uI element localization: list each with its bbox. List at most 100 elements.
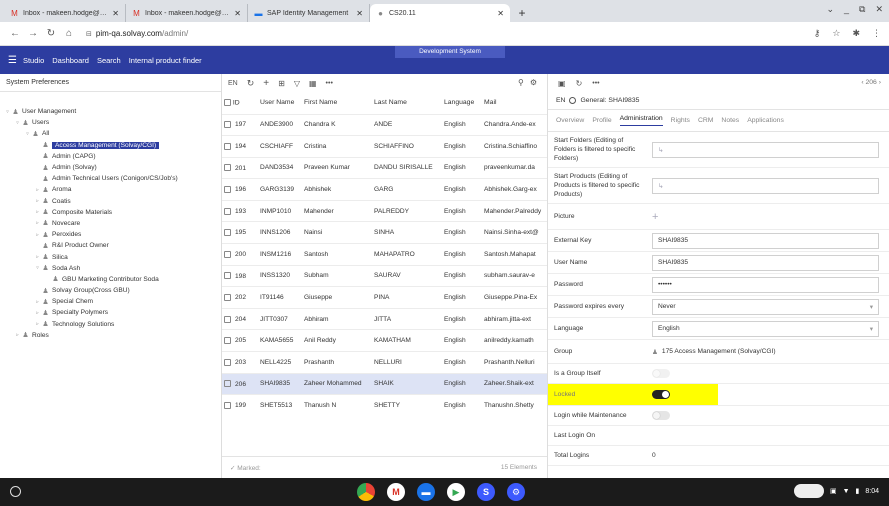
- table-row[interactable]: 194 CSCHIAFF Cristina SCHIAFFINO English Cris…: [222, 135, 547, 158]
- tree-caret-icon[interactable]: ▹: [34, 209, 41, 215]
- nav-studio[interactable]: Studio: [23, 56, 44, 65]
- column-header-first-name[interactable]: First Name: [302, 92, 372, 114]
- tree-node[interactable]: ▹ ♟ Novecare: [0, 218, 221, 229]
- user-name-input[interactable]: SHAI9835: [652, 254, 879, 271]
- add-icon[interactable]: +: [263, 78, 269, 89]
- tree-node[interactable]: ♟ Admin (Solvay): [0, 162, 221, 173]
- row-checkbox[interactable]: [224, 142, 231, 150]
- app-icon[interactable]: S: [477, 483, 495, 501]
- login-maintenance-toggle[interactable]: [652, 411, 670, 420]
- restore-icon[interactable]: ⧉: [859, 4, 865, 15]
- tree-caret-icon[interactable]: ▹: [34, 321, 41, 327]
- tree-node[interactable]: ▹ ♟ Aroma: [0, 184, 221, 195]
- group-link[interactable]: 175 Access Management (Solvay/CGI): [662, 348, 776, 355]
- browser-tab-4[interactable]: ● CS20.11 ✕: [370, 4, 510, 22]
- browser-tab-1[interactable]: M Inbox - makeen.hodge@solvay.c ✕: [4, 4, 126, 22]
- add-picture-icon[interactable]: +: [652, 211, 658, 223]
- row-checkbox[interactable]: [224, 358, 231, 366]
- tree-node[interactable]: ▹ ♟ Special Chem: [0, 296, 221, 307]
- table-row[interactable]: 201 DAND3534 Praveen Kumar DANDU SIRISALLE E…: [222, 156, 547, 179]
- tree-node[interactable]: ♟ Admin Technical Users (Conigon/CS/Job's…: [0, 173, 221, 184]
- tree-node[interactable]: ▹ ♟ Silica: [0, 251, 221, 262]
- close-icon[interactable]: ✕: [234, 9, 241, 18]
- settings-icon[interactable]: ⚙: [507, 483, 525, 501]
- tree-node[interactable]: ♟ Access Management (Solvay/CGI): [0, 140, 221, 151]
- nav-dashboard[interactable]: Dashboard: [52, 56, 89, 65]
- reload-icon[interactable]: ↻: [44, 28, 58, 39]
- close-icon[interactable]: ✕: [875, 4, 883, 15]
- more-icon[interactable]: •••: [326, 80, 333, 87]
- tab-notes[interactable]: Notes: [721, 117, 739, 124]
- tree-node[interactable]: ♟ Admin (CAPG): [0, 151, 221, 162]
- tree-caret-icon[interactable]: ▹: [34, 220, 41, 226]
- launcher-icon[interactable]: [10, 486, 21, 497]
- star-icon[interactable]: ☆: [832, 28, 840, 39]
- tray-pill[interactable]: [793, 484, 824, 498]
- tree-node[interactable]: ♟ GBU Marketing Contributor Soda: [0, 274, 221, 285]
- table-row[interactable]: 197 ANDE3900 Chandra K ANDE English Chandra.A…: [222, 113, 547, 136]
- close-icon[interactable]: ✕: [497, 9, 504, 18]
- table-row[interactable]: 195 INNS1206 Nainsi SINHA English Nainsi.Sinh…: [222, 221, 547, 244]
- tree-node[interactable]: ▹ ♟ Peroxides: [0, 229, 221, 240]
- language-select[interactable]: English ▾: [652, 320, 879, 337]
- site-info-icon[interactable]: ⊟: [86, 30, 92, 38]
- column-header-user-name[interactable]: User Name: [258, 92, 302, 114]
- save-icon[interactable]: ▣: [558, 79, 566, 88]
- close-icon[interactable]: ✕: [356, 9, 363, 18]
- chevron-down-icon[interactable]: ⌄: [826, 4, 834, 15]
- back-icon[interactable]: ←: [8, 28, 22, 39]
- row-checkbox[interactable]: [224, 293, 231, 301]
- start-products-input[interactable]: ↳: [652, 177, 879, 194]
- tree-caret-icon[interactable]: ▿: [24, 131, 31, 137]
- tab-rights[interactable]: Rights: [671, 117, 690, 124]
- external-key-input[interactable]: SHAI9835: [652, 232, 879, 249]
- start-folders-input[interactable]: ↳: [652, 141, 879, 158]
- chrome-icon[interactable]: [357, 483, 375, 501]
- refresh-icon[interactable]: ↻: [247, 78, 255, 89]
- table-row[interactable]: 205 KAMA5655 Anil Reddy KAMATHAM English anil…: [222, 329, 547, 352]
- add-folder-icon[interactable]: ⊞: [278, 79, 285, 88]
- record-pager[interactable]: ‹ 206 ›: [861, 79, 881, 86]
- tree-caret-icon[interactable]: ▹: [34, 187, 41, 193]
- tree-caret-icon[interactable]: ▹: [34, 198, 41, 204]
- column-header-id[interactable]: ID: [222, 92, 258, 114]
- tree-caret-icon[interactable]: ▹: [34, 232, 41, 238]
- tree-node[interactable]: ▿ ♟ User Management: [0, 106, 221, 117]
- password-expires-select[interactable]: Never ▾: [652, 298, 879, 315]
- row-checkbox[interactable]: [224, 121, 231, 129]
- table-row[interactable]: 203 NELL4225 Prashanth NELLURI English Prasha…: [222, 351, 547, 374]
- table-row[interactable]: 204 JITT0307 Abhiram JITTA English abhiram.ji…: [222, 307, 547, 330]
- tree-caret-icon[interactable]: ▹: [34, 310, 41, 316]
- filter-icon[interactable]: ▽: [294, 79, 300, 88]
- is-group-toggle[interactable]: [652, 369, 670, 378]
- tree-node[interactable]: ♟ Solvay Group(Cross GBU): [0, 285, 221, 296]
- tree-caret-icon[interactable]: ▿: [4, 109, 11, 115]
- tab-profile[interactable]: Profile: [592, 117, 611, 124]
- row-checkbox[interactable]: [224, 185, 231, 193]
- tree-node[interactable]: ▿ ♟ Users: [0, 117, 221, 128]
- column-header-last-name[interactable]: Last Name: [372, 92, 442, 114]
- home-icon[interactable]: ⌂: [62, 28, 76, 39]
- browser-tab-2[interactable]: M Inbox - makeen.hodge@solvay.c ✕: [126, 4, 248, 22]
- table-row[interactable]: 198 INSS1320 Subham SAURAV English subham.sau…: [222, 264, 547, 287]
- hamburger-icon[interactable]: ☰: [8, 55, 17, 66]
- refresh-icon[interactable]: ↻: [576, 79, 583, 88]
- tab-overview[interactable]: Overview: [556, 117, 584, 124]
- column-header-language[interactable]: Language: [442, 92, 482, 114]
- row-checkbox[interactable]: [224, 207, 231, 215]
- tree-node[interactable]: ▿ ♟ All: [0, 128, 221, 139]
- search-icon[interactable]: ⚲: [518, 78, 524, 87]
- table-row[interactable]: 199 SHET5513 Thanush N SHETTY English Thanush…: [222, 394, 547, 417]
- locked-toggle[interactable]: [652, 390, 670, 399]
- table-row[interactable]: 206 SHAI9835 Zaheer Mohammed SHAIK English Za…: [222, 372, 547, 395]
- url-field[interactable]: ⊟ pim-qa.solvay.com/admin/: [86, 29, 188, 38]
- tree-caret-icon[interactable]: ▹: [34, 254, 41, 260]
- row-checkbox[interactable]: [224, 315, 231, 323]
- forward-icon[interactable]: →: [26, 28, 40, 39]
- table-row[interactable]: 193 INMP1010 Mahender PALREDDY English Mahend…: [222, 199, 547, 222]
- tree-caret-icon[interactable]: ▹: [14, 332, 21, 338]
- tree-node[interactable]: ▹ ♟ Technology Solutions: [0, 319, 221, 330]
- play-store-icon[interactable]: ▶: [447, 483, 465, 501]
- select-all-checkbox[interactable]: [224, 99, 231, 107]
- menu-icon[interactable]: ⋮: [872, 28, 881, 39]
